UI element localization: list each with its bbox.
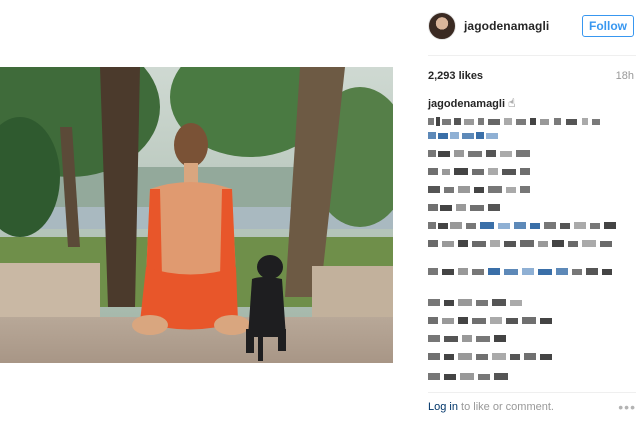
pixelated-mosaic <box>428 240 612 247</box>
login-prompt-text: to like or comment. <box>457 401 554 413</box>
header-divider <box>428 55 636 56</box>
pointing-up-emoji: ☝︎ <box>508 96 516 110</box>
post-photo-image <box>0 67 393 363</box>
pixelated-mosaic <box>428 222 616 229</box>
login-prompt: Log in to like or comment. <box>428 401 554 413</box>
obscured-text-line <box>428 298 530 307</box>
pixelated-mosaic <box>428 150 530 157</box>
obscured-text-line <box>428 352 558 361</box>
obscured-text-line <box>428 149 538 158</box>
pixelated-mosaic <box>428 168 530 175</box>
obscured-text-line <box>428 334 514 343</box>
obscured-text-line <box>428 131 508 140</box>
pixelated-mosaic <box>428 373 508 380</box>
avatar[interactable] <box>428 12 456 40</box>
obscured-text-line <box>428 185 538 194</box>
obscured-text-line <box>428 267 616 276</box>
pixelated-mosaic <box>428 335 506 342</box>
obscured-text-line <box>428 239 622 248</box>
login-link[interactable]: Log in <box>428 401 458 413</box>
post-photo[interactable] <box>0 67 393 363</box>
post-username[interactable]: jagodenamagli <box>464 19 549 33</box>
more-options-icon[interactable]: ••• <box>618 399 636 415</box>
pixelated-mosaic <box>428 268 612 275</box>
obscured-text-line <box>428 117 608 126</box>
obscured-text-line <box>428 316 558 325</box>
pixelated-mosaic <box>428 353 552 360</box>
obscured-text-line <box>428 372 514 381</box>
follow-button[interactable]: Follow <box>582 15 634 37</box>
pixelated-mosaic <box>428 186 530 193</box>
caption-username[interactable]: jagodenamagli <box>428 98 505 110</box>
pixelated-mosaic <box>428 117 600 126</box>
caption-author: jagodenamagli ☝︎ <box>428 96 515 110</box>
obscured-text-line <box>428 167 538 176</box>
pixelated-mosaic <box>428 299 522 306</box>
pixelated-mosaic <box>428 317 552 324</box>
post-header: jagodenamagli Follow <box>428 12 636 42</box>
pixelated-mosaic <box>428 204 500 211</box>
obscured-text-line <box>428 203 508 212</box>
likes-count[interactable]: 2,293 likes <box>428 70 483 82</box>
pixelated-mosaic <box>428 132 498 139</box>
obscured-text-line <box>428 221 622 230</box>
footer-divider <box>428 392 636 393</box>
post-time[interactable]: 18h <box>616 70 634 82</box>
